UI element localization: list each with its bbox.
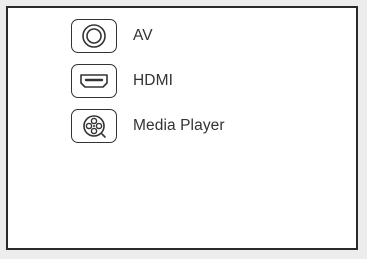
source-select-screen: AV HDMI Media Player bbox=[6, 6, 358, 250]
media-player-icon bbox=[71, 109, 117, 143]
source-label-media-player: Media Player bbox=[133, 117, 225, 134]
source-item-hdmi[interactable]: HDMI bbox=[71, 63, 311, 99]
source-label-hdmi: HDMI bbox=[133, 72, 174, 89]
source-list: AV HDMI Media Player bbox=[71, 18, 311, 153]
av-jack-icon bbox=[71, 19, 117, 53]
source-item-media-player[interactable]: Media Player bbox=[71, 108, 311, 144]
source-label-av: AV bbox=[133, 27, 153, 44]
source-item-av[interactable]: AV bbox=[71, 18, 311, 54]
hdmi-port-icon bbox=[71, 64, 117, 98]
